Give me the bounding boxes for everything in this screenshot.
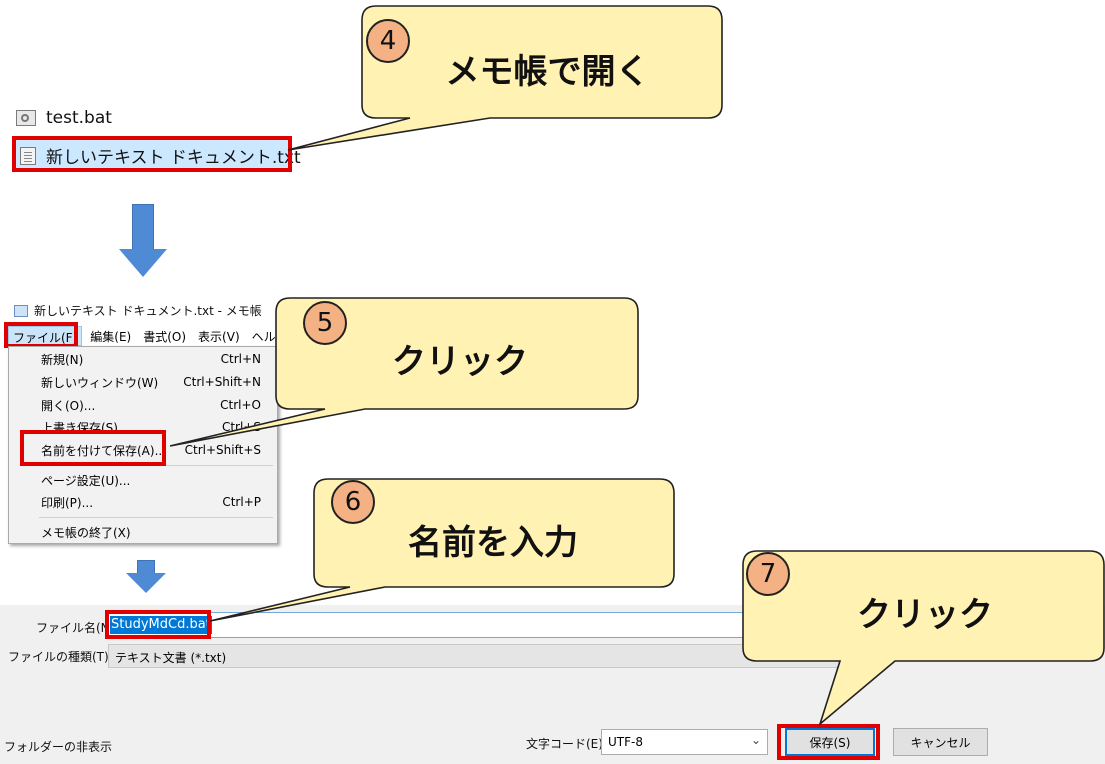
step-badge-7: 7 [746,552,790,596]
callout-shape [742,550,1105,727]
callout-text-7: クリック [857,595,993,635]
